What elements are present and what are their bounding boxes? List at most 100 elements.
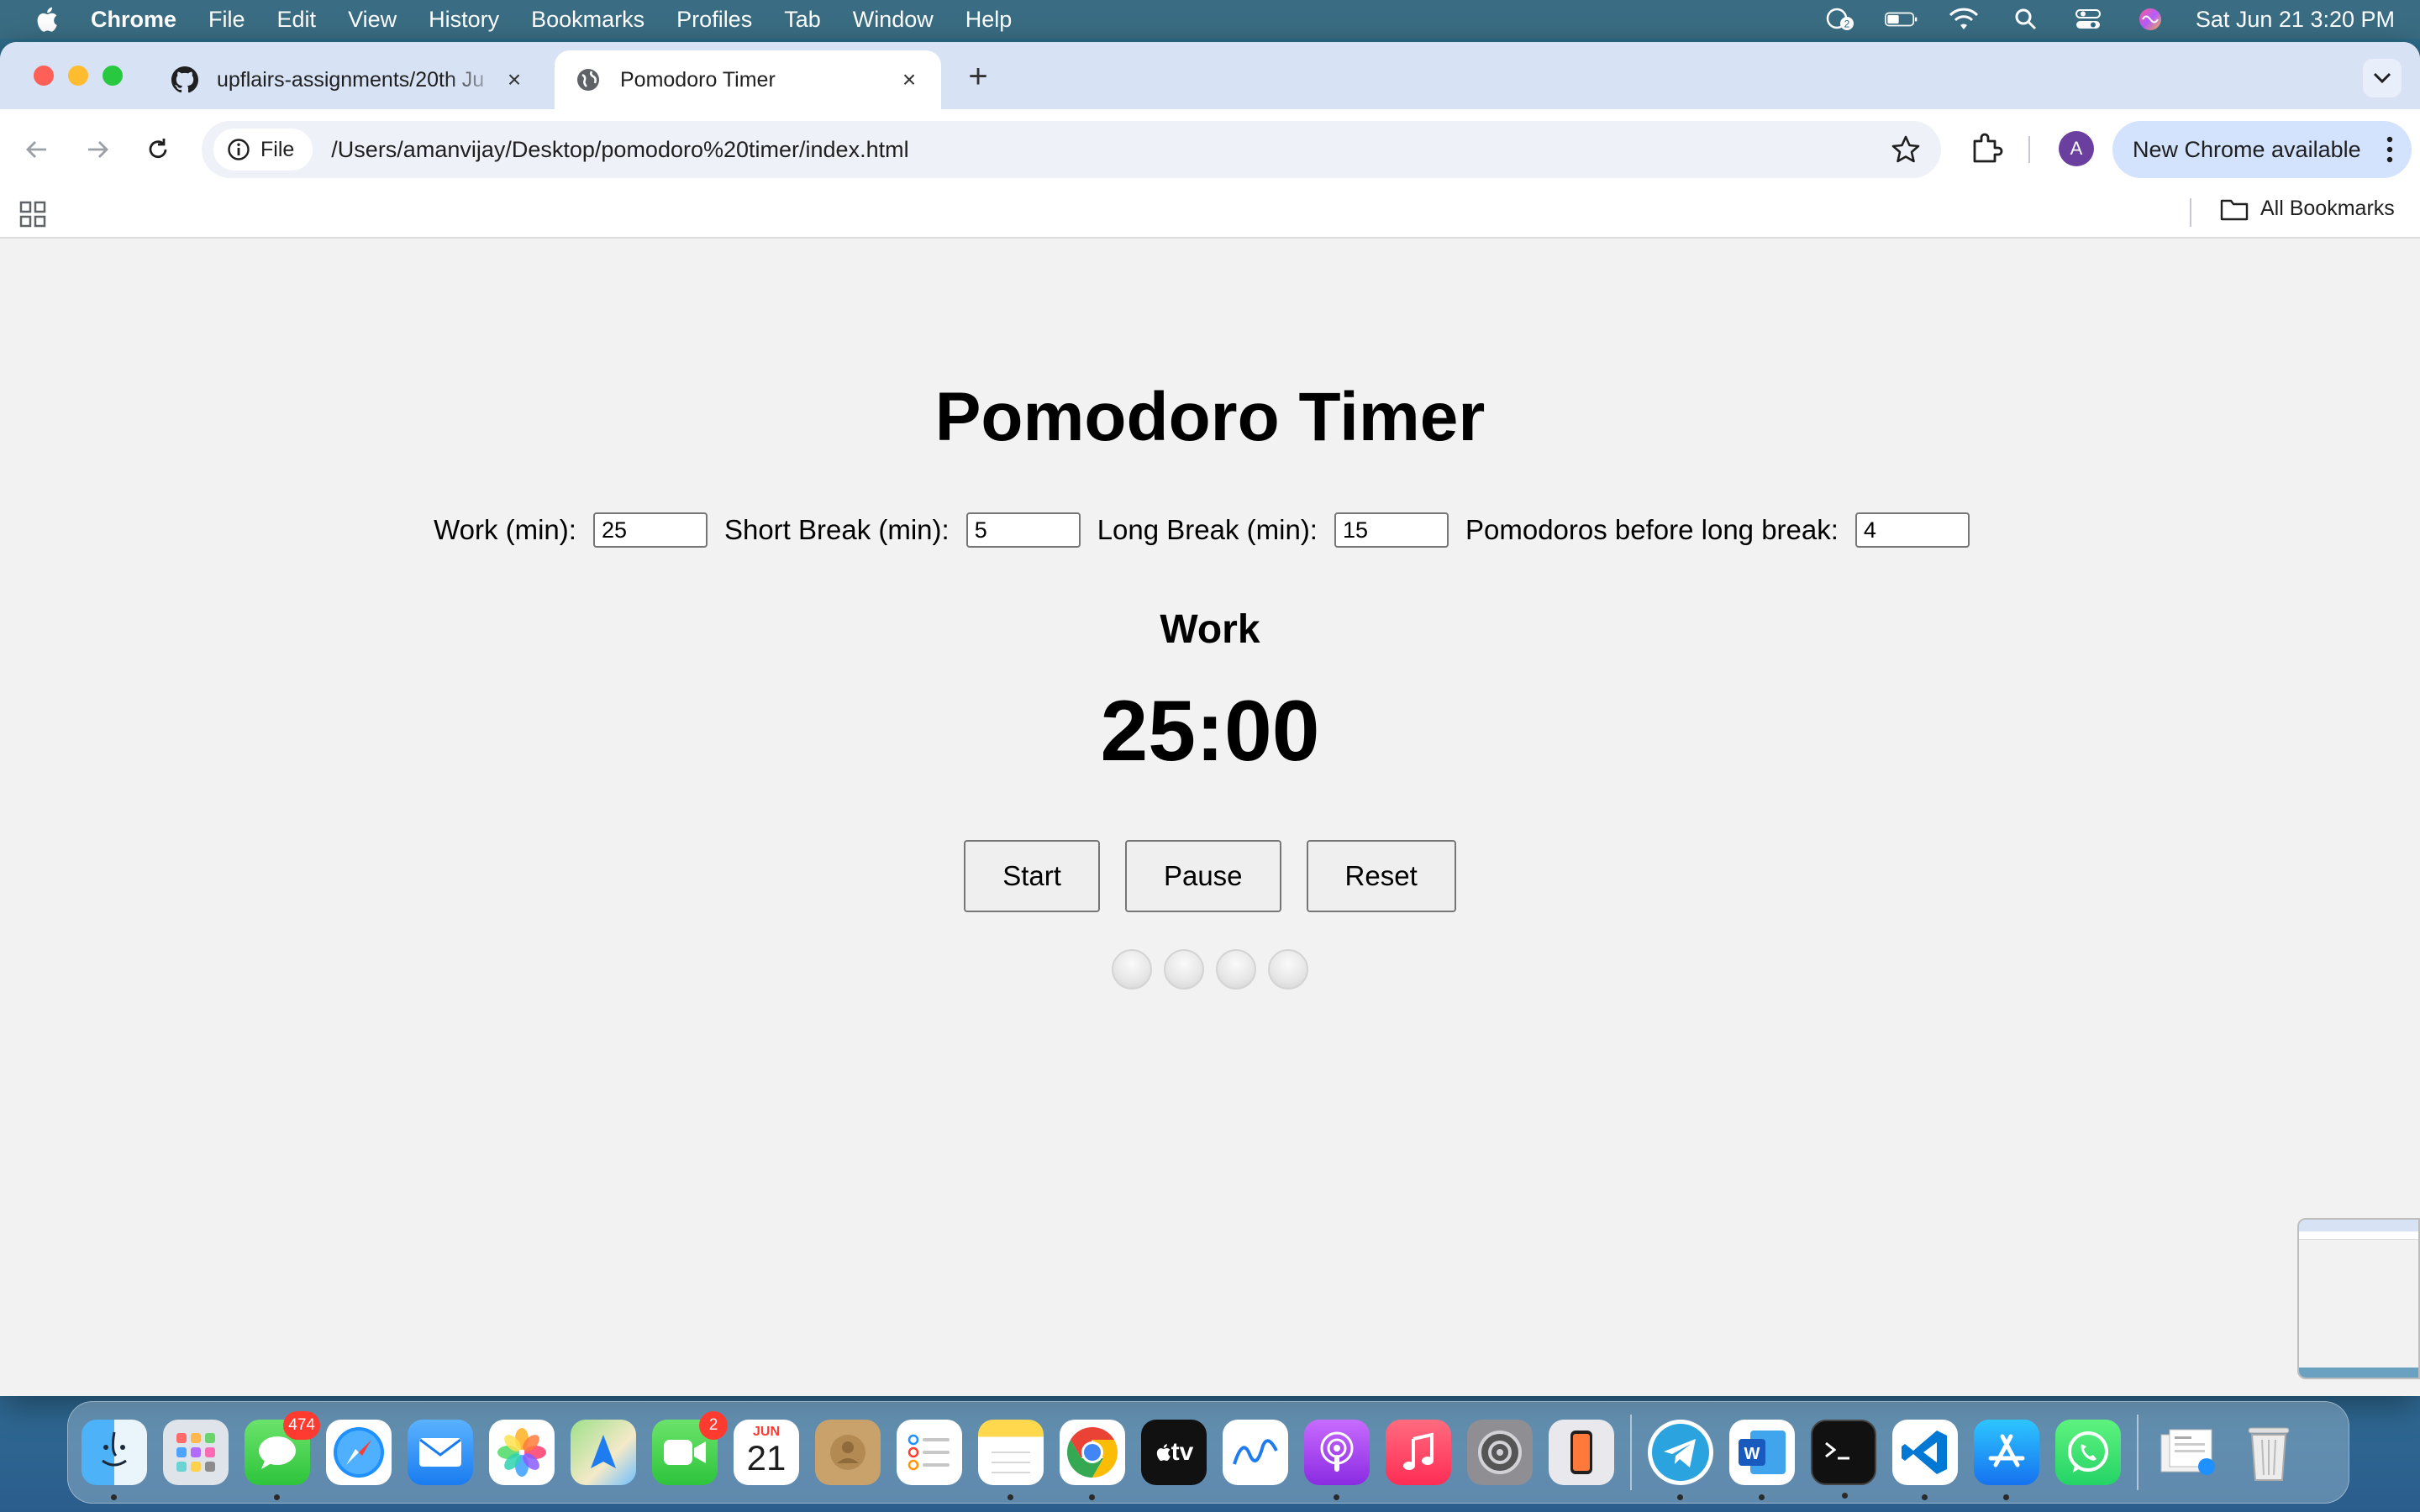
dock-launchpad[interactable] — [163, 1420, 229, 1485]
pause-button[interactable]: Pause — [1124, 840, 1281, 912]
menu-bookmarks[interactable]: Bookmarks — [531, 7, 644, 33]
document-stack-icon — [2160, 1429, 2215, 1475]
new-chrome-available-button[interactable]: New Chrome available — [2112, 121, 2412, 178]
info-icon — [228, 139, 250, 160]
messages-badge: 474 — [283, 1411, 320, 1440]
profile-avatar[interactable]: A — [2059, 131, 2094, 166]
dock-chrome[interactable] — [1060, 1420, 1125, 1500]
site-info-label: File — [260, 137, 295, 161]
control-center-icon[interactable] — [2071, 7, 2105, 32]
dock-music[interactable] — [1386, 1420, 1451, 1485]
dock-system-settings[interactable] — [1467, 1420, 1533, 1485]
video-camera-icon — [664, 1440, 706, 1465]
dock-mail[interactable] — [408, 1420, 473, 1485]
menu-file[interactable]: File — [208, 7, 245, 33]
dock-calendar[interactable]: JUN 21 — [734, 1420, 799, 1485]
dock-vscode[interactable] — [1892, 1420, 1958, 1500]
whatsapp-icon — [2068, 1431, 2108, 1473]
dock-telegram[interactable] — [1648, 1420, 1713, 1500]
menu-profiles[interactable]: Profiles — [676, 7, 752, 33]
apps-grid-icon[interactable] — [18, 200, 47, 228]
work-duration-input[interactable] — [592, 512, 708, 548]
notification-icon[interactable]: 2 — [1823, 7, 1856, 32]
close-tab-icon[interactable]: × — [897, 68, 921, 92]
maps-arrow-icon — [591, 1435, 616, 1468]
address-bar[interactable]: File /Users/amanvijay/Desktop/pomodoro%2… — [202, 121, 1941, 178]
session-mode-label: Work — [1160, 607, 1260, 652]
podcasts-icon — [1320, 1431, 1354, 1472]
dock-facetime[interactable]: 2 — [652, 1411, 728, 1485]
menu-view[interactable]: View — [348, 7, 397, 33]
dock-podcasts[interactable] — [1304, 1420, 1370, 1500]
apple-icon[interactable] — [34, 5, 59, 34]
all-bookmarks-button[interactable]: All Bookmarks — [2220, 197, 2395, 221]
battery-icon[interactable] — [1884, 7, 1918, 32]
reload-icon — [149, 139, 167, 159]
tab-search-button[interactable] — [2363, 59, 2402, 97]
dock-freeform[interactable] — [1223, 1420, 1288, 1485]
dock-divider — [1630, 1415, 1632, 1490]
menu-tab[interactable]: Tab — [784, 7, 821, 33]
menu-window[interactable]: Window — [853, 7, 934, 33]
running-indicator — [2003, 1494, 2009, 1500]
dock-contacts[interactable] — [815, 1420, 881, 1485]
minimize-window-button[interactable] — [68, 66, 88, 86]
dock-terminal[interactable] — [1811, 1420, 1876, 1499]
menu-app-chrome[interactable]: Chrome — [91, 7, 176, 33]
pomodoros-before-long-break-input[interactable] — [1854, 512, 1970, 548]
contacts-person-icon — [830, 1435, 865, 1470]
spotlight-search-icon[interactable] — [2009, 7, 2043, 32]
notes-lines-icon — [992, 1452, 1030, 1473]
gear-icon — [1478, 1431, 1522, 1474]
close-tab-icon[interactable]: × — [502, 68, 526, 92]
fullscreen-window-button[interactable] — [103, 66, 123, 86]
menu-edit[interactable]: Edit — [277, 7, 317, 33]
dock-divider — [2137, 1415, 2139, 1490]
short-break-input[interactable] — [965, 512, 1081, 548]
wifi-icon[interactable] — [1947, 7, 1981, 32]
dock-messages[interactable]: 474 — [245, 1411, 320, 1500]
menu-history[interactable]: History — [429, 7, 499, 33]
bookmark-star-icon[interactable] — [1891, 134, 1921, 165]
url-text[interactable]: /Users/amanvijay/Desktop/pomodoro%20time… — [331, 137, 908, 163]
dock-maps[interactable] — [571, 1420, 636, 1485]
macos-dock: 474 2 JUN 21 tv W — [67, 1401, 2349, 1504]
page-viewport: Pomodoro Timer Work (min): Short Break (… — [0, 244, 2420, 1396]
menubar-clock[interactable]: Sat Jun 21 3:20 PM — [2196, 7, 2395, 33]
dock-reminders[interactable] — [897, 1420, 962, 1485]
short-break-label: Short Break (min): — [723, 514, 950, 545]
dock-iphone-mirroring[interactable] — [1549, 1420, 1614, 1485]
tab-title: Pomodoro Timer — [620, 67, 776, 92]
more-menu-icon[interactable] — [2386, 134, 2393, 165]
dock-app-store[interactable] — [1974, 1420, 2039, 1500]
menu-help[interactable]: Help — [965, 7, 1013, 33]
forward-button[interactable] — [81, 133, 114, 166]
back-button[interactable] — [20, 133, 54, 166]
dock-photos[interactable] — [489, 1420, 555, 1485]
start-button[interactable]: Start — [964, 840, 1100, 912]
extensions-puzzle-icon[interactable] — [1970, 131, 2003, 165]
dock-trash[interactable] — [2236, 1420, 2302, 1485]
dock-notes[interactable] — [978, 1420, 1044, 1500]
siri-icon[interactable] — [2133, 7, 2167, 32]
close-window-button[interactable] — [34, 66, 54, 86]
svg-text:W: W — [1744, 1445, 1760, 1463]
screenshot-thumbnail[interactable] — [2297, 1218, 2420, 1379]
tab-pomodoro-timer[interactable]: Pomodoro Timer × — [555, 50, 941, 109]
dock-word[interactable]: W — [1729, 1420, 1795, 1500]
dock-whatsapp[interactable] — [2055, 1420, 2121, 1485]
dock-downloads-stack[interactable] — [2154, 1420, 2220, 1485]
running-indicator — [1007, 1494, 1013, 1500]
reload-button[interactable] — [141, 133, 175, 166]
tab-github[interactable]: upflairs-assignments/20th Ju × — [151, 50, 546, 109]
dock-finder[interactable] — [82, 1420, 147, 1500]
dock-safari[interactable] — [326, 1420, 392, 1485]
trash-bin-icon — [2248, 1427, 2290, 1481]
dock-apple-tv[interactable]: tv — [1141, 1420, 1207, 1485]
long-break-input[interactable] — [1334, 512, 1449, 548]
new-tab-button[interactable]: + — [963, 60, 993, 93]
reset-button[interactable]: Reset — [1306, 840, 1456, 912]
chrome-logo-icon — [1066, 1427, 1118, 1478]
freeform-squiggle-icon — [1233, 1439, 1278, 1465]
site-info-chip[interactable]: File — [213, 129, 313, 171]
